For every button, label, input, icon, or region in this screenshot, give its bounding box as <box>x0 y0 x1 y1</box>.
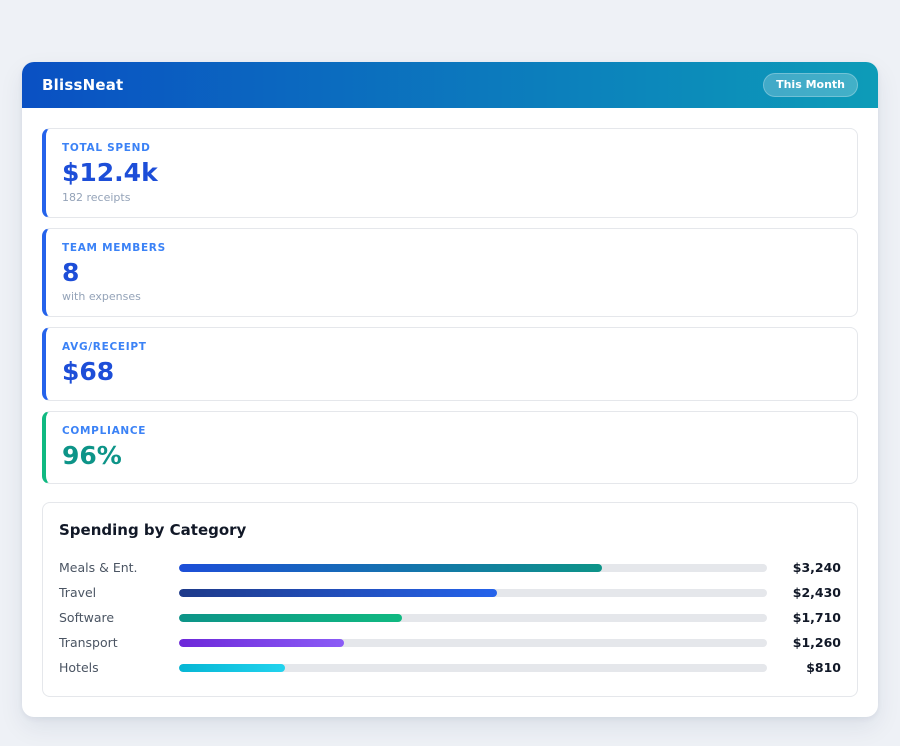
bar-track <box>179 664 767 672</box>
header: BlissNeat This Month <box>22 62 878 108</box>
category-amount: $2,430 <box>777 585 841 600</box>
dashboard-card: BlissNeat This Month TOTAL SPEND $12.4k … <box>22 62 878 717</box>
stat-label: TEAM MEMBERS <box>62 242 841 254</box>
section-title: Spending by Category <box>59 521 841 539</box>
bar-track <box>179 564 767 572</box>
category-row-hotels: Hotels $810 <box>59 655 841 680</box>
bar-track <box>179 589 767 597</box>
period-badge[interactable]: This Month <box>763 73 858 96</box>
category-amount: $3,240 <box>777 560 841 575</box>
category-label: Transport <box>59 635 179 650</box>
stat-card-avg-receipt: AVG/RECEIPT $68 <box>42 327 858 401</box>
category-label: Hotels <box>59 660 179 675</box>
bar-fill <box>179 614 402 622</box>
stat-label: AVG/RECEIPT <box>62 341 841 353</box>
stat-label: COMPLIANCE <box>62 425 841 437</box>
dashboard-content: TOTAL SPEND $12.4k 182 receipts TEAM MEM… <box>22 108 878 717</box>
category-row-meals: Meals & Ent. $3,240 <box>59 555 841 580</box>
category-label: Travel <box>59 585 179 600</box>
stat-value: 8 <box>62 259 841 287</box>
category-amount: $810 <box>777 660 841 675</box>
spending-by-category-card: Spending by Category Meals & Ent. $3,240… <box>42 502 858 697</box>
category-row-travel: Travel $2,430 <box>59 580 841 605</box>
stat-subtext: 182 receipts <box>62 192 841 203</box>
stat-value: $68 <box>62 358 841 386</box>
bar-track <box>179 639 767 647</box>
bar-fill <box>179 664 285 672</box>
stats-list: TOTAL SPEND $12.4k 182 receipts TEAM MEM… <box>42 128 858 484</box>
category-amount: $1,260 <box>777 635 841 650</box>
stat-label: TOTAL SPEND <box>62 142 841 154</box>
bar-track <box>179 614 767 622</box>
stat-value: 96% <box>62 442 841 470</box>
app-title: BlissNeat <box>42 76 123 94</box>
stat-card-total-spend: TOTAL SPEND $12.4k 182 receipts <box>42 128 858 218</box>
category-label: Software <box>59 610 179 625</box>
category-amount: $1,710 <box>777 610 841 625</box>
bar-fill <box>179 589 497 597</box>
category-row-software: Software $1,710 <box>59 605 841 630</box>
bar-fill <box>179 564 602 572</box>
stat-card-compliance: COMPLIANCE 96% <box>42 411 858 485</box>
stat-value: $12.4k <box>62 159 841 187</box>
bar-fill <box>179 639 344 647</box>
stat-card-team-members: TEAM MEMBERS 8 with expenses <box>42 228 858 318</box>
category-row-transport: Transport $1,260 <box>59 630 841 655</box>
category-label: Meals & Ent. <box>59 560 179 575</box>
stat-subtext: with expenses <box>62 291 841 302</box>
